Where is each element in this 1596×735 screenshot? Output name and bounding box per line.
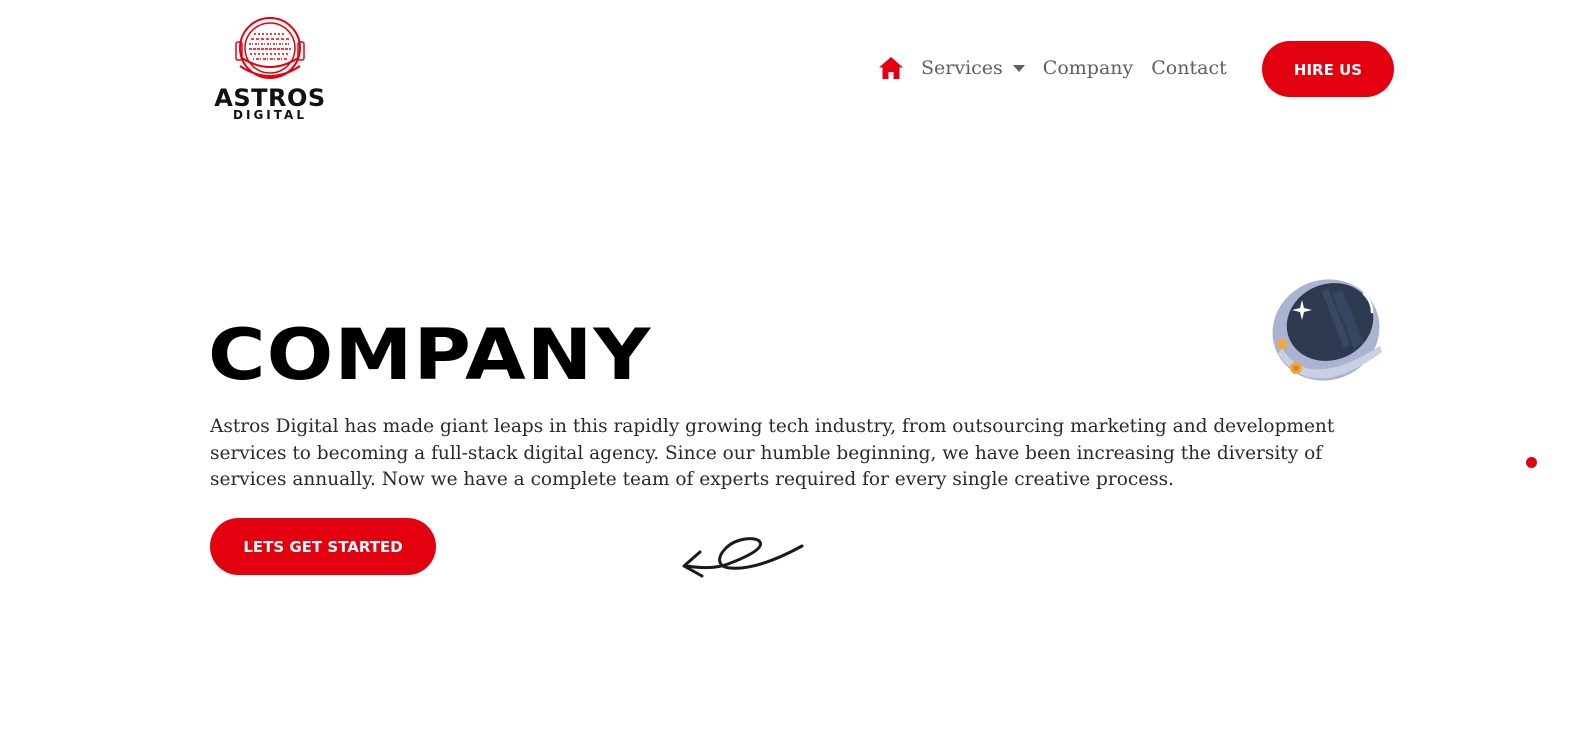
lets-get-started-button[interactable]: LETS GET STARTED xyxy=(210,518,436,575)
hero-description: Astros Digital has made giant leaps in t… xyxy=(210,416,1335,490)
astronaut-helmet-binary-icon xyxy=(235,17,305,79)
page-title: COMPANY xyxy=(208,314,652,396)
hire-us-button[interactable]: HIRE US xyxy=(1262,41,1394,97)
home-icon[interactable] xyxy=(878,55,904,81)
brand-subname: DIGITAL xyxy=(233,108,307,122)
chevron-down-icon xyxy=(1012,64,1025,72)
nav-company-link[interactable]: Company xyxy=(1043,57,1133,79)
slider-indicator-dot[interactable] xyxy=(1526,457,1537,468)
hand-drawn-arrow-icon xyxy=(682,537,804,578)
nav-services-label: Services xyxy=(921,57,1003,79)
brand-name: ASTROS xyxy=(214,84,326,112)
brand-logo[interactable]: ASTROS DIGITAL xyxy=(208,12,332,122)
main-nav: Services Company Contact xyxy=(878,48,1227,88)
nav-services-dropdown[interactable]: Services xyxy=(921,57,1025,79)
nav-contact-link[interactable]: Contact xyxy=(1151,57,1226,79)
astronaut-helmet-icon xyxy=(1272,279,1382,381)
page: ASTROS DIGITAL Services Company Contact … xyxy=(0,0,1596,735)
